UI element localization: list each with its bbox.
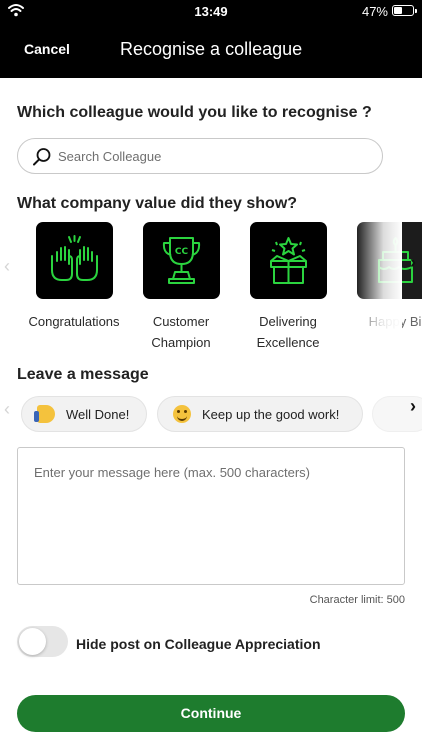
hide-post-label: Hide post on Colleague Appreciation: [76, 636, 321, 652]
quick-message-keep-up[interactable]: Keep up the good work!: [157, 396, 363, 432]
colleague-heading: Which colleague would you like to recogn…: [17, 104, 372, 121]
value-label: Congratulations: [28, 314, 120, 329]
battery-icon: [392, 5, 417, 16]
value-card-happy-birthday[interactable]: Happy Bi: [345, 222, 422, 332]
chevron-left-icon[interactable]: ‹: [4, 399, 10, 420]
gift-box-star-icon: [249, 222, 327, 299]
value-label: Happy Bi: [368, 314, 422, 329]
message-textarea[interactable]: [18, 448, 404, 584]
search-input[interactable]: [58, 139, 358, 173]
grinning-face-icon: [173, 405, 191, 423]
message-box[interactable]: [17, 447, 405, 585]
top-bar: 13:49 47% Cancel Recognise a colleague: [0, 0, 422, 78]
toggle-knob: [19, 628, 46, 655]
chevron-left-icon[interactable]: ‹: [4, 256, 10, 277]
page-title: Recognise a colleague: [120, 39, 303, 59]
character-limit: Character limit: 500: [309, 594, 405, 606]
quick-message-well-done[interactable]: Well Done!: [21, 396, 147, 432]
battery-percentage: 47%: [361, 4, 388, 19]
search-icon: [33, 148, 51, 166]
quick-message-chips[interactable]: ‹ Well Done! Keep up the good work! ›: [0, 394, 422, 434]
value-label: Delivering Excellence: [256, 314, 320, 350]
trophy-icon: CC: [142, 222, 220, 299]
thumbs-up-icon: [34, 405, 55, 423]
value-card-congratulations[interactable]: Congratulations: [24, 222, 124, 332]
chip-label: Keep up the good work!: [202, 406, 340, 422]
hide-post-toggle[interactable]: [17, 626, 68, 657]
status-bar: 13:49 47%: [0, 0, 422, 22]
status-time: 13:49: [194, 4, 228, 19]
values-heading: What company value did they show?: [17, 195, 298, 212]
svg-text:CC: CC: [174, 247, 188, 257]
value-label: Customer Champion: [151, 314, 211, 350]
chevron-right-icon[interactable]: ›: [410, 252, 416, 273]
message-heading: Leave a message: [17, 366, 149, 383]
cancel-button[interactable]: Cancel: [24, 41, 70, 57]
value-card-customer-champion[interactable]: CC Customer Champion: [131, 222, 231, 353]
chip-label: Well Done!: [66, 406, 130, 422]
values-carousel[interactable]: ‹ Congratulations CC Customer Champion D…: [0, 222, 422, 357]
value-card-delivering-excellence[interactable]: Delivering Excellence: [238, 222, 338, 353]
clapping-hands-icon: [35, 222, 113, 299]
colleague-search[interactable]: [17, 138, 383, 174]
continue-button[interactable]: Continue: [17, 695, 405, 732]
chevron-right-icon[interactable]: ›: [410, 396, 416, 417]
